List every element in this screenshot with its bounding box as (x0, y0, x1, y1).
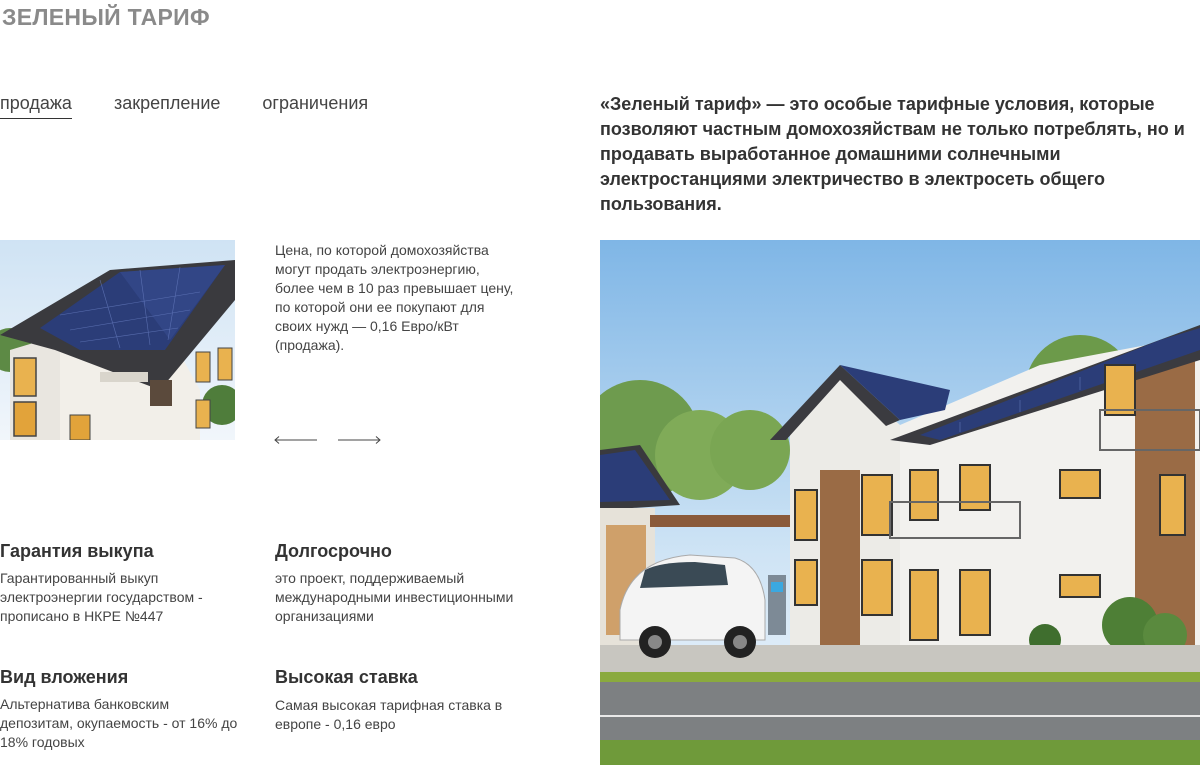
slider-description: Цена, по которой домохозяйства могут про… (275, 242, 514, 353)
feature-long-term: Долгосрочно это проект, поддерживаемый м… (275, 541, 520, 626)
intro-text: «Зеленый тариф» — это особые тарифные ус… (600, 94, 1185, 214)
feature-title: Высокая ставка (275, 667, 418, 687)
tab-binding[interactable]: закрепление (114, 93, 220, 119)
tab-restrictions[interactable]: ограничения (262, 93, 368, 119)
house-thumbnail-image (0, 240, 235, 440)
feature-title: Вид вложения (0, 667, 129, 687)
feature-investment-type: Вид вложения Альтернатива банковским деп… (0, 667, 240, 752)
feature-title: Долгосрочно (275, 541, 392, 561)
prev-arrow-button[interactable] (274, 430, 318, 450)
hero-house-image (600, 240, 1200, 765)
arrow-right-icon (338, 436, 381, 444)
feature-text: Альтернатива банковским депозитам, окупа… (0, 696, 238, 750)
feature-title: Гарантия выкупа (0, 541, 154, 561)
next-arrow-button[interactable] (337, 430, 381, 450)
feature-text: это проект, поддерживаемый международным… (275, 570, 514, 624)
arrow-left-icon (274, 436, 317, 444)
tab-sale[interactable]: продажа (0, 93, 72, 119)
feature-text: Самая высокая тарифная ставка в европе -… (275, 697, 503, 732)
feature-high-rate: Высокая ставка Самая высокая тарифная ст… (275, 667, 520, 734)
page-title: ЗЕЛЕНЫЙ ТАРИФ (2, 4, 210, 30)
tab-bar: продажа закрепление ограничения (0, 93, 410, 119)
feature-guarantee: Гарантия выкупа Гарантированный выкуп эл… (0, 541, 250, 626)
feature-text: Гарантированный выкуп электроэнергии гос… (0, 570, 203, 624)
